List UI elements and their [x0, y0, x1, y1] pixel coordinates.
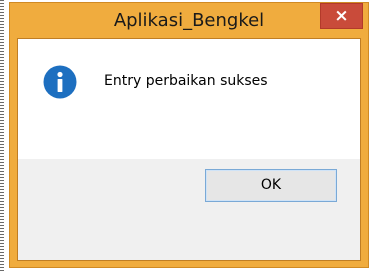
- message-text: Entry perbaikan sukses: [104, 73, 268, 89]
- information-icon: [43, 65, 77, 99]
- ok-button[interactable]: OK: [205, 169, 337, 202]
- title-bar[interactable]: Aplikasi_Bengkel ×: [10, 3, 368, 38]
- message-dialog: Aplikasi_Bengkel ×: [9, 2, 369, 268]
- background-window-edge: [0, 0, 4, 271]
- message-area: [18, 39, 360, 159]
- close-icon: ×: [334, 6, 349, 26]
- window-title: Aplikasi_Bengkel: [113, 10, 265, 31]
- close-button[interactable]: ×: [320, 3, 363, 29]
